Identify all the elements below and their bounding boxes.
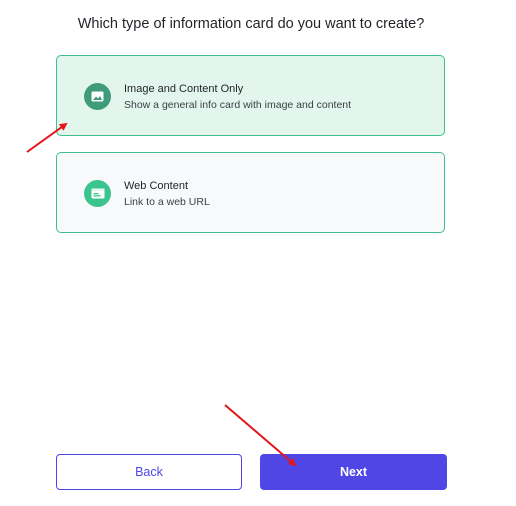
option-title: Web Content xyxy=(124,180,189,192)
option-web-content[interactable]: Web Content Link to a web URL xyxy=(56,152,445,233)
option-image-and-content[interactable]: Image and Content Only Show a general in… xyxy=(56,55,445,136)
web-browser-icon xyxy=(84,180,111,207)
option-description: Link to a web URL xyxy=(124,196,210,208)
next-button[interactable]: Next xyxy=(260,454,447,490)
option-description: Show a general info card with image and … xyxy=(124,99,352,111)
image-icon xyxy=(84,83,111,110)
back-button[interactable]: Back xyxy=(56,454,242,490)
option-title: Image and Content Only xyxy=(124,83,244,95)
page-question: Which type of information card do you wa… xyxy=(77,16,425,32)
